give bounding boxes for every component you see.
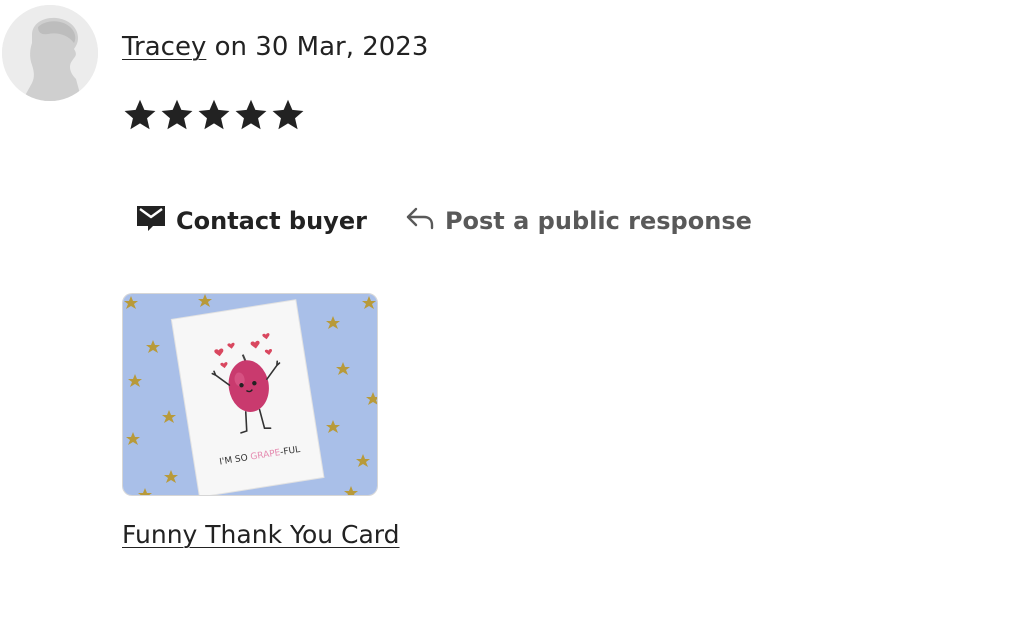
user-silhouette-icon <box>2 5 98 101</box>
listing-title-link[interactable]: Funny Thank You Card <box>122 518 400 552</box>
star-icon <box>124 99 156 130</box>
contact-buyer-label: Contact buyer <box>176 207 367 235</box>
reply-arrow-icon <box>405 205 435 237</box>
reviewer-name-link[interactable]: Tracey <box>122 32 206 62</box>
star-icon <box>235 99 267 130</box>
star-icon <box>272 99 304 130</box>
star-icon <box>198 99 230 130</box>
review-header: Tracey on 30 Mar, 2023 <box>122 30 428 64</box>
star-icon <box>161 99 193 130</box>
contact-buyer-button[interactable]: Contact buyer <box>122 197 381 245</box>
message-icon <box>136 203 166 239</box>
reviewer-avatar[interactable] <box>2 5 98 101</box>
post-public-response-button[interactable]: Post a public response <box>391 197 766 245</box>
review-actions: Contact buyer Post a public response <box>122 196 766 246</box>
review-item: Tracey on 30 Mar, 2023 Contact buyer Pos… <box>0 0 1028 618</box>
listing-image: I'M SO GRAPE-FUL <box>123 294 377 495</box>
listing-thumbnail[interactable]: I'M SO GRAPE-FUL <box>122 293 378 496</box>
star-rating <box>122 96 306 138</box>
review-date: on 30 Mar, 2023 <box>206 32 429 62</box>
post-public-response-label: Post a public response <box>444 207 752 235</box>
